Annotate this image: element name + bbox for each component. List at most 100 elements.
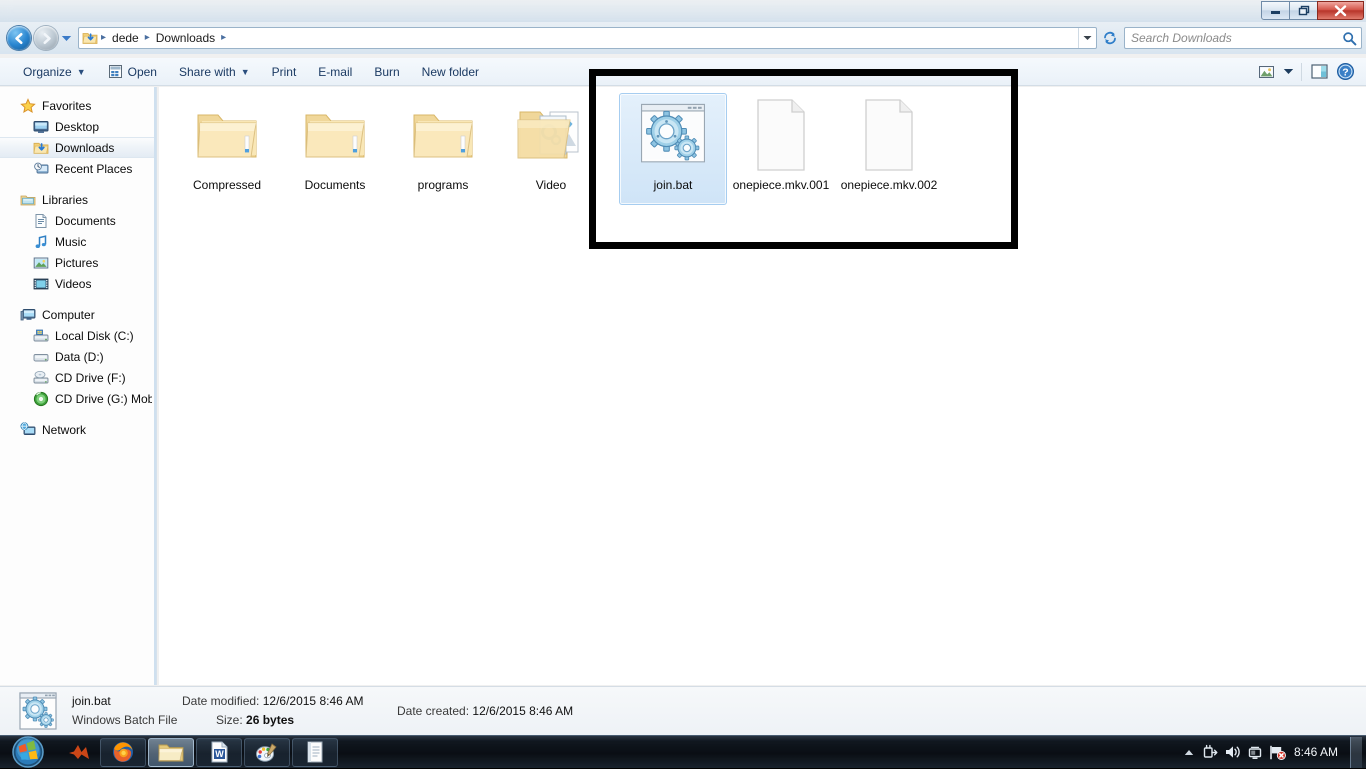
sidebar-item-music[interactable]: Music [0,231,156,252]
sidebar-item-desktop[interactable]: Desktop [0,116,156,137]
taskbar-explorer[interactable] [148,737,194,767]
network-monitor-icon[interactable] [1244,736,1266,769]
file-item-label: onepiece.mkv.002 [840,178,938,192]
details-file-type: Windows Batch File [72,713,178,727]
drive-icon [33,349,49,365]
file-item-join-bat[interactable]: join.bat [619,93,727,205]
breadcrumb-separator[interactable]: ▸ [220,28,227,48]
organize-button[interactable]: Organize ▼ [12,61,97,83]
open-button[interactable]: Open [97,61,168,83]
change-view-dropdown[interactable] [1279,61,1297,83]
details-name-column: join.bat Windows Batch File [72,692,182,730]
sidebar-item-cd-drive-f[interactable]: CD Drive (F:) [0,367,156,388]
sidebar-item-downloads[interactable]: Downloads [0,137,156,158]
desktop-icon [33,119,49,135]
taskbar-notepad[interactable] [292,737,338,767]
sidebar-root-libraries[interactable]: Libraries [0,189,156,210]
folder-icon [298,98,372,172]
chevron-up-icon[interactable] [1178,736,1200,769]
sidebar-item-pictures[interactable]: Pictures [0,252,156,273]
change-view-button[interactable] [1253,61,1279,83]
breadcrumb-item-dede[interactable]: dede [107,28,144,48]
toolbar-divider [1301,62,1302,81]
breadcrumb-item-downloads[interactable]: Downloads [151,28,220,48]
email-button[interactable]: E-mail [307,61,363,83]
power-plug-icon[interactable] [1200,736,1222,769]
taskbar-firefox[interactable] [100,737,146,767]
flag-error-icon[interactable] [1266,736,1288,769]
window-controls [1261,1,1364,20]
show-desktop-button[interactable] [1350,736,1362,768]
history-dropdown-button[interactable] [58,26,74,50]
share-with-label: Share with [178,64,236,79]
file-item-label: Documents [304,178,366,192]
close-button[interactable] [1317,1,1364,20]
network-icon [20,421,36,438]
forward-button[interactable] [34,26,58,50]
blank-document-icon [852,98,926,172]
address-bar[interactable]: ▸ dede ▸ Downloads ▸ [78,27,1097,49]
search-box[interactable] [1124,27,1362,49]
title-bar [0,0,1366,22]
taskbar-clock[interactable]: 8:46 AM [1288,736,1348,769]
share-with-button[interactable]: Share with ▼ [168,61,261,83]
sidebar-item-data-d[interactable]: Data (D:) [0,346,156,367]
refresh-button[interactable] [1099,27,1121,49]
file-item-label: Video [535,178,567,192]
sidebar-root-favorites[interactable]: Favorites [0,95,156,116]
minimize-button[interactable] [1261,1,1290,20]
sidebar-item-documents[interactable]: Documents [0,210,156,231]
file-item-programs[interactable]: programs [389,93,497,205]
batch-file-icon [18,691,58,731]
new-folder-label: New folder [421,64,480,79]
search-input[interactable] [1131,31,1342,45]
restore-button[interactable] [1289,1,1318,20]
back-button[interactable] [7,26,31,50]
sidebar-root-computer[interactable]: Computer [0,304,156,325]
address-toolbar: ▸ dede ▸ Downloads ▸ [0,22,1366,54]
file-item-onepiece-002[interactable]: onepiece.mkv.002 [835,93,943,205]
taskbar-word[interactable]: W [196,737,242,767]
folder-with-previews-icon [514,98,588,172]
file-item-documents[interactable]: Documents [281,93,389,205]
navigation-pane[interactable]: Favorites Desktop Downloads Recent Place… [0,87,157,685]
svg-text:W: W [215,749,224,759]
cd-drive-icon [33,370,49,386]
computer-icon [20,307,36,323]
sidebar-item-recent-places[interactable]: Recent Places [0,158,156,179]
speaker-icon[interactable] [1222,736,1244,769]
taskbar-matlab[interactable] [60,738,98,767]
taskbar-paint[interactable] [244,737,290,767]
search-icon[interactable] [1342,31,1357,46]
file-item-video[interactable]: Video [497,93,605,205]
print-button[interactable]: Print [261,61,308,83]
sidebar-item-local-disk-c-label: Local Disk (C:) [55,328,134,343]
nav-group-favorites: Favorites Desktop Downloads Recent Place… [0,95,156,179]
file-item-compressed[interactable]: Compressed [173,93,281,205]
start-button[interactable] [2,736,54,768]
preview-pane-button[interactable] [1306,61,1332,83]
burn-button[interactable]: Burn [363,61,410,83]
sidebar-item-local-disk-c[interactable]: Local Disk (C:) [0,325,156,346]
organize-label: Organize [23,64,72,79]
sidebar-root-computer-label: Computer [42,307,95,322]
email-label: E-mail [318,64,353,79]
sidebar-item-music-label: Music [55,234,87,249]
print-label: Print [271,64,297,79]
recent-places-icon [33,161,49,177]
address-dropdown-button[interactable] [1078,28,1096,48]
file-list-pane[interactable]: Compressed Documents programs Video join… [159,87,1366,685]
downloads-folder-icon [33,140,49,156]
file-item-label: Compressed [192,178,262,192]
documents-library-icon [33,213,49,229]
file-item-onepiece-001[interactable]: onepiece.mkv.001 [727,93,835,205]
sidebar-item-cd-drive-g[interactable]: CD Drive (G:) Mobile [0,388,156,409]
svg-text:?: ? [1342,67,1348,79]
sidebar-item-cd-drive-g-label: CD Drive (G:) Mobile [55,391,152,406]
sidebar-item-videos[interactable]: Videos [0,273,156,294]
help-button[interactable]: ? [1332,61,1358,83]
open-file-icon [108,64,123,79]
sidebar-root-network[interactable]: Network [0,419,156,440]
new-folder-button[interactable]: New folder [411,61,490,83]
nav-group-network: Network [0,419,156,440]
